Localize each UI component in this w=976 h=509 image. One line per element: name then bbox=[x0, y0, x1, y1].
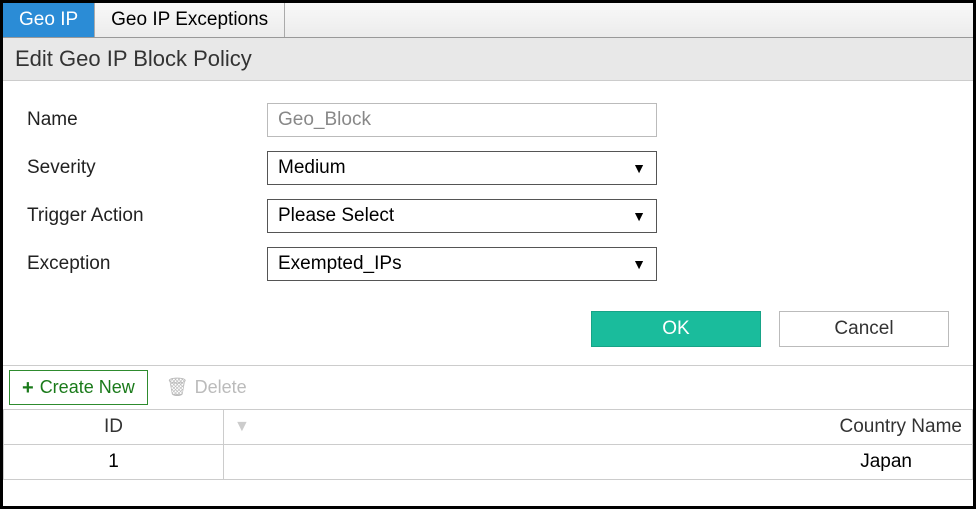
exception-label: Exception bbox=[27, 253, 267, 275]
cancel-button[interactable]: Cancel bbox=[779, 311, 949, 347]
severity-value: Medium bbox=[278, 157, 346, 179]
name-input[interactable] bbox=[267, 103, 657, 137]
row-country: Japan bbox=[224, 445, 973, 480]
id-column-header[interactable]: ID bbox=[4, 410, 224, 445]
trigger-action-select[interactable]: Please Select ▼ bbox=[267, 199, 657, 233]
caret-down-icon: ▼ bbox=[632, 256, 646, 272]
tab-geo-ip-exceptions[interactable]: Geo IP Exceptions bbox=[95, 3, 285, 37]
delete-button[interactable]: 🗑 Delete bbox=[166, 377, 247, 398]
exception-value: Exempted_IPs bbox=[278, 253, 402, 275]
tab-geo-ip[interactable]: Geo IP bbox=[3, 3, 95, 37]
severity-select[interactable]: Medium ▼ bbox=[267, 151, 657, 185]
tabs-bar: Geo IP Geo IP Exceptions bbox=[3, 3, 973, 38]
filter-icon[interactable]: ▼ bbox=[234, 418, 250, 436]
plus-icon: + bbox=[22, 378, 34, 398]
delete-label: Delete bbox=[195, 377, 247, 398]
create-new-label: Create New bbox=[40, 377, 135, 398]
severity-label: Severity bbox=[27, 157, 267, 179]
ok-button[interactable]: OK bbox=[591, 311, 761, 347]
trigger-action-label: Trigger Action bbox=[27, 205, 267, 227]
country-column-label: Country Name bbox=[840, 416, 963, 438]
page-title: Edit Geo IP Block Policy bbox=[3, 38, 973, 81]
exception-select[interactable]: Exempted_IPs ▼ bbox=[267, 247, 657, 281]
row-id: 1 bbox=[4, 445, 224, 480]
country-column-header[interactable]: ▼ Country Name bbox=[224, 410, 973, 445]
trash-icon: 🗑 bbox=[166, 377, 189, 398]
create-new-button[interactable]: + Create New bbox=[9, 370, 148, 405]
name-label: Name bbox=[27, 109, 267, 131]
form: Name Severity Medium ▼ Trigger Action Pl… bbox=[3, 81, 973, 301]
trigger-action-value: Please Select bbox=[278, 205, 394, 227]
table-row[interactable]: 1 Japan bbox=[4, 445, 973, 480]
table-toolbar: + Create New 🗑 Delete bbox=[3, 365, 973, 409]
actions-row: OK Cancel bbox=[3, 301, 973, 365]
country-table: ID ▼ Country Name 1 Japan bbox=[3, 409, 973, 480]
caret-down-icon: ▼ bbox=[632, 208, 646, 224]
caret-down-icon: ▼ bbox=[632, 160, 646, 176]
